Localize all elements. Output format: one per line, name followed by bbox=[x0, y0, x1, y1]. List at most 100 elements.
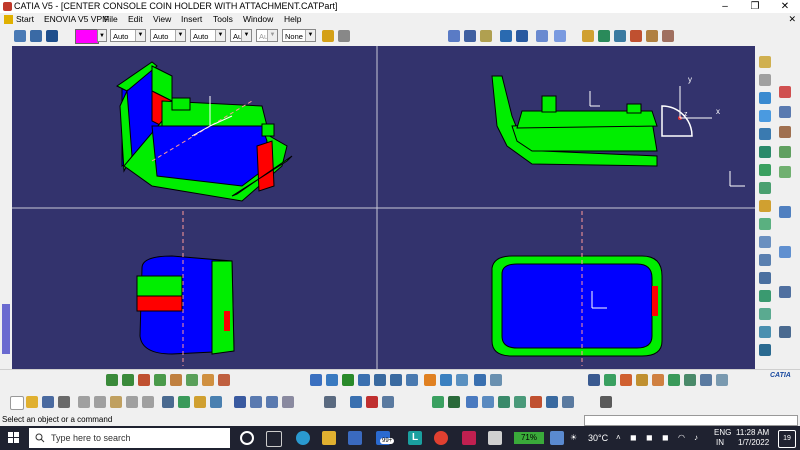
loft-icon[interactable] bbox=[668, 374, 680, 386]
pan-icon[interactable] bbox=[106, 374, 118, 386]
minimize-icon[interactable]: – bbox=[710, 0, 740, 13]
print-icon[interactable] bbox=[58, 396, 70, 408]
shape-icon[interactable] bbox=[562, 396, 574, 408]
point-type-combo[interactable]: Aut ▼ bbox=[230, 29, 252, 42]
painter-icon[interactable] bbox=[322, 30, 334, 42]
fill-color-dropdown[interactable]: ▼ bbox=[97, 29, 107, 42]
tree-icon[interactable] bbox=[234, 396, 246, 408]
rotate-icon[interactable] bbox=[759, 254, 771, 266]
weather-icon[interactable]: ☀ bbox=[570, 433, 577, 442]
copy-icon[interactable] bbox=[94, 396, 106, 408]
chrome-icon[interactable] bbox=[434, 431, 448, 445]
battery-indicator[interactable]: 71% bbox=[514, 432, 544, 444]
update-icon[interactable] bbox=[514, 396, 526, 408]
sweep-icon[interactable] bbox=[614, 30, 626, 42]
analysis-icon[interactable] bbox=[779, 126, 791, 138]
select-icon[interactable] bbox=[14, 30, 26, 42]
sweep-shape-icon[interactable] bbox=[636, 374, 648, 386]
multi-view-icon[interactable] bbox=[424, 374, 436, 386]
tray-icon-2[interactable]: ◼ bbox=[646, 433, 653, 442]
windows-start-icon[interactable] bbox=[8, 432, 20, 444]
language-region[interactable]: IN bbox=[716, 438, 724, 447]
menu-enovia[interactable]: ENOVIA V5 VPM bbox=[44, 14, 109, 24]
axis-icon[interactable] bbox=[759, 74, 771, 86]
fit-all-icon[interactable] bbox=[326, 374, 338, 386]
menu-edit[interactable]: Edit bbox=[128, 14, 143, 24]
hide-show-icon[interactable] bbox=[474, 374, 486, 386]
tray-icon-1[interactable]: ◼ bbox=[630, 433, 637, 442]
wrap-icon[interactable] bbox=[652, 374, 664, 386]
power-copy-icon[interactable] bbox=[779, 326, 791, 338]
offset-icon[interactable] bbox=[759, 128, 771, 140]
language-code[interactable]: ENG bbox=[714, 428, 731, 437]
check-icon[interactable] bbox=[498, 396, 510, 408]
symmetry-icon[interactable] bbox=[759, 272, 771, 284]
translate-icon[interactable] bbox=[759, 236, 771, 248]
snap-icon[interactable] bbox=[138, 374, 150, 386]
geo-set-icon[interactable] bbox=[382, 396, 394, 408]
cut-icon[interactable] bbox=[78, 396, 90, 408]
apply-material-icon[interactable] bbox=[432, 396, 444, 408]
line-thickness-combo[interactable]: Auto ▼ bbox=[150, 29, 186, 42]
fly-icon[interactable] bbox=[310, 374, 322, 386]
insert-body-icon[interactable] bbox=[350, 396, 362, 408]
fill-color-swatch[interactable] bbox=[75, 29, 99, 44]
wifi-icon[interactable]: ◠ bbox=[678, 433, 685, 442]
command-input[interactable] bbox=[584, 415, 798, 426]
mark-icon[interactable] bbox=[620, 374, 632, 386]
catalog-icon[interactable] bbox=[202, 374, 214, 386]
layers-icon[interactable] bbox=[30, 30, 42, 42]
draft-analysis-icon[interactable] bbox=[716, 374, 728, 386]
multisection-icon[interactable] bbox=[646, 30, 658, 42]
menu-file[interactable]: File bbox=[104, 14, 118, 24]
menu-tools[interactable]: Tools bbox=[213, 14, 233, 24]
tray-chevron-icon[interactable]: ˄ bbox=[616, 433, 621, 442]
tray-icon-3[interactable]: ◼ bbox=[662, 433, 669, 442]
pan-view-icon[interactable] bbox=[342, 374, 354, 386]
connect-icon[interactable] bbox=[779, 166, 791, 178]
extrude-icon[interactable] bbox=[582, 30, 594, 42]
boundary-icon[interactable] bbox=[759, 308, 771, 320]
3d-viewport[interactable]: y x z bbox=[12, 46, 755, 369]
measure-icon[interactable] bbox=[779, 146, 791, 158]
chamfer-icon[interactable] bbox=[759, 218, 771, 230]
stop-icon[interactable] bbox=[530, 396, 542, 408]
curve-smooth-icon[interactable] bbox=[779, 246, 791, 258]
clock-time[interactable]: 11:28 AM bbox=[736, 428, 769, 437]
move-icon[interactable] bbox=[122, 374, 134, 386]
table-icon[interactable] bbox=[466, 396, 478, 408]
extrapolate-icon[interactable] bbox=[759, 290, 771, 302]
sketch-icon[interactable] bbox=[759, 56, 771, 68]
clock-date[interactable]: 1/7/2022 bbox=[738, 438, 769, 447]
layer-none-combo[interactable]: None ▼ bbox=[282, 29, 316, 42]
body-icon[interactable] bbox=[324, 396, 336, 408]
ordered-set-icon[interactable] bbox=[366, 396, 378, 408]
iso-view-icon[interactable] bbox=[440, 374, 452, 386]
split-icon[interactable] bbox=[759, 164, 771, 176]
grid-icon[interactable] bbox=[46, 30, 58, 42]
normal-view-icon[interactable] bbox=[406, 374, 418, 386]
temperature[interactable]: 30°C bbox=[588, 433, 608, 443]
draft-icon[interactable] bbox=[779, 86, 791, 98]
scaling-icon[interactable] bbox=[759, 326, 771, 338]
close-icon[interactable]: ✕ bbox=[770, 0, 800, 13]
shading-icon[interactable] bbox=[456, 374, 468, 386]
line-type-combo[interactable]: Auto ▼ bbox=[190, 29, 226, 42]
cut-surface-icon[interactable] bbox=[604, 374, 616, 386]
tools-palette-icon[interactable] bbox=[588, 374, 600, 386]
viewport-canvas[interactable]: y x z bbox=[12, 46, 755, 369]
edge-icon[interactable] bbox=[296, 431, 310, 445]
close-doc-icon[interactable]: ✕ bbox=[788, 14, 796, 25]
scan-icon[interactable] bbox=[250, 396, 262, 408]
healing-icon[interactable] bbox=[779, 206, 791, 218]
zoom-out-icon[interactable] bbox=[390, 374, 402, 386]
knowledge-icon[interactable] bbox=[218, 374, 230, 386]
taskbar-search[interactable]: Type here to search bbox=[29, 428, 230, 448]
undo-icon[interactable] bbox=[126, 396, 138, 408]
projection-icon[interactable] bbox=[500, 30, 512, 42]
revolve-icon[interactable] bbox=[598, 30, 610, 42]
spline-icon[interactable] bbox=[554, 30, 566, 42]
line-icon[interactable] bbox=[464, 30, 476, 42]
cortana-icon[interactable] bbox=[240, 431, 254, 445]
list-icon[interactable] bbox=[282, 396, 294, 408]
